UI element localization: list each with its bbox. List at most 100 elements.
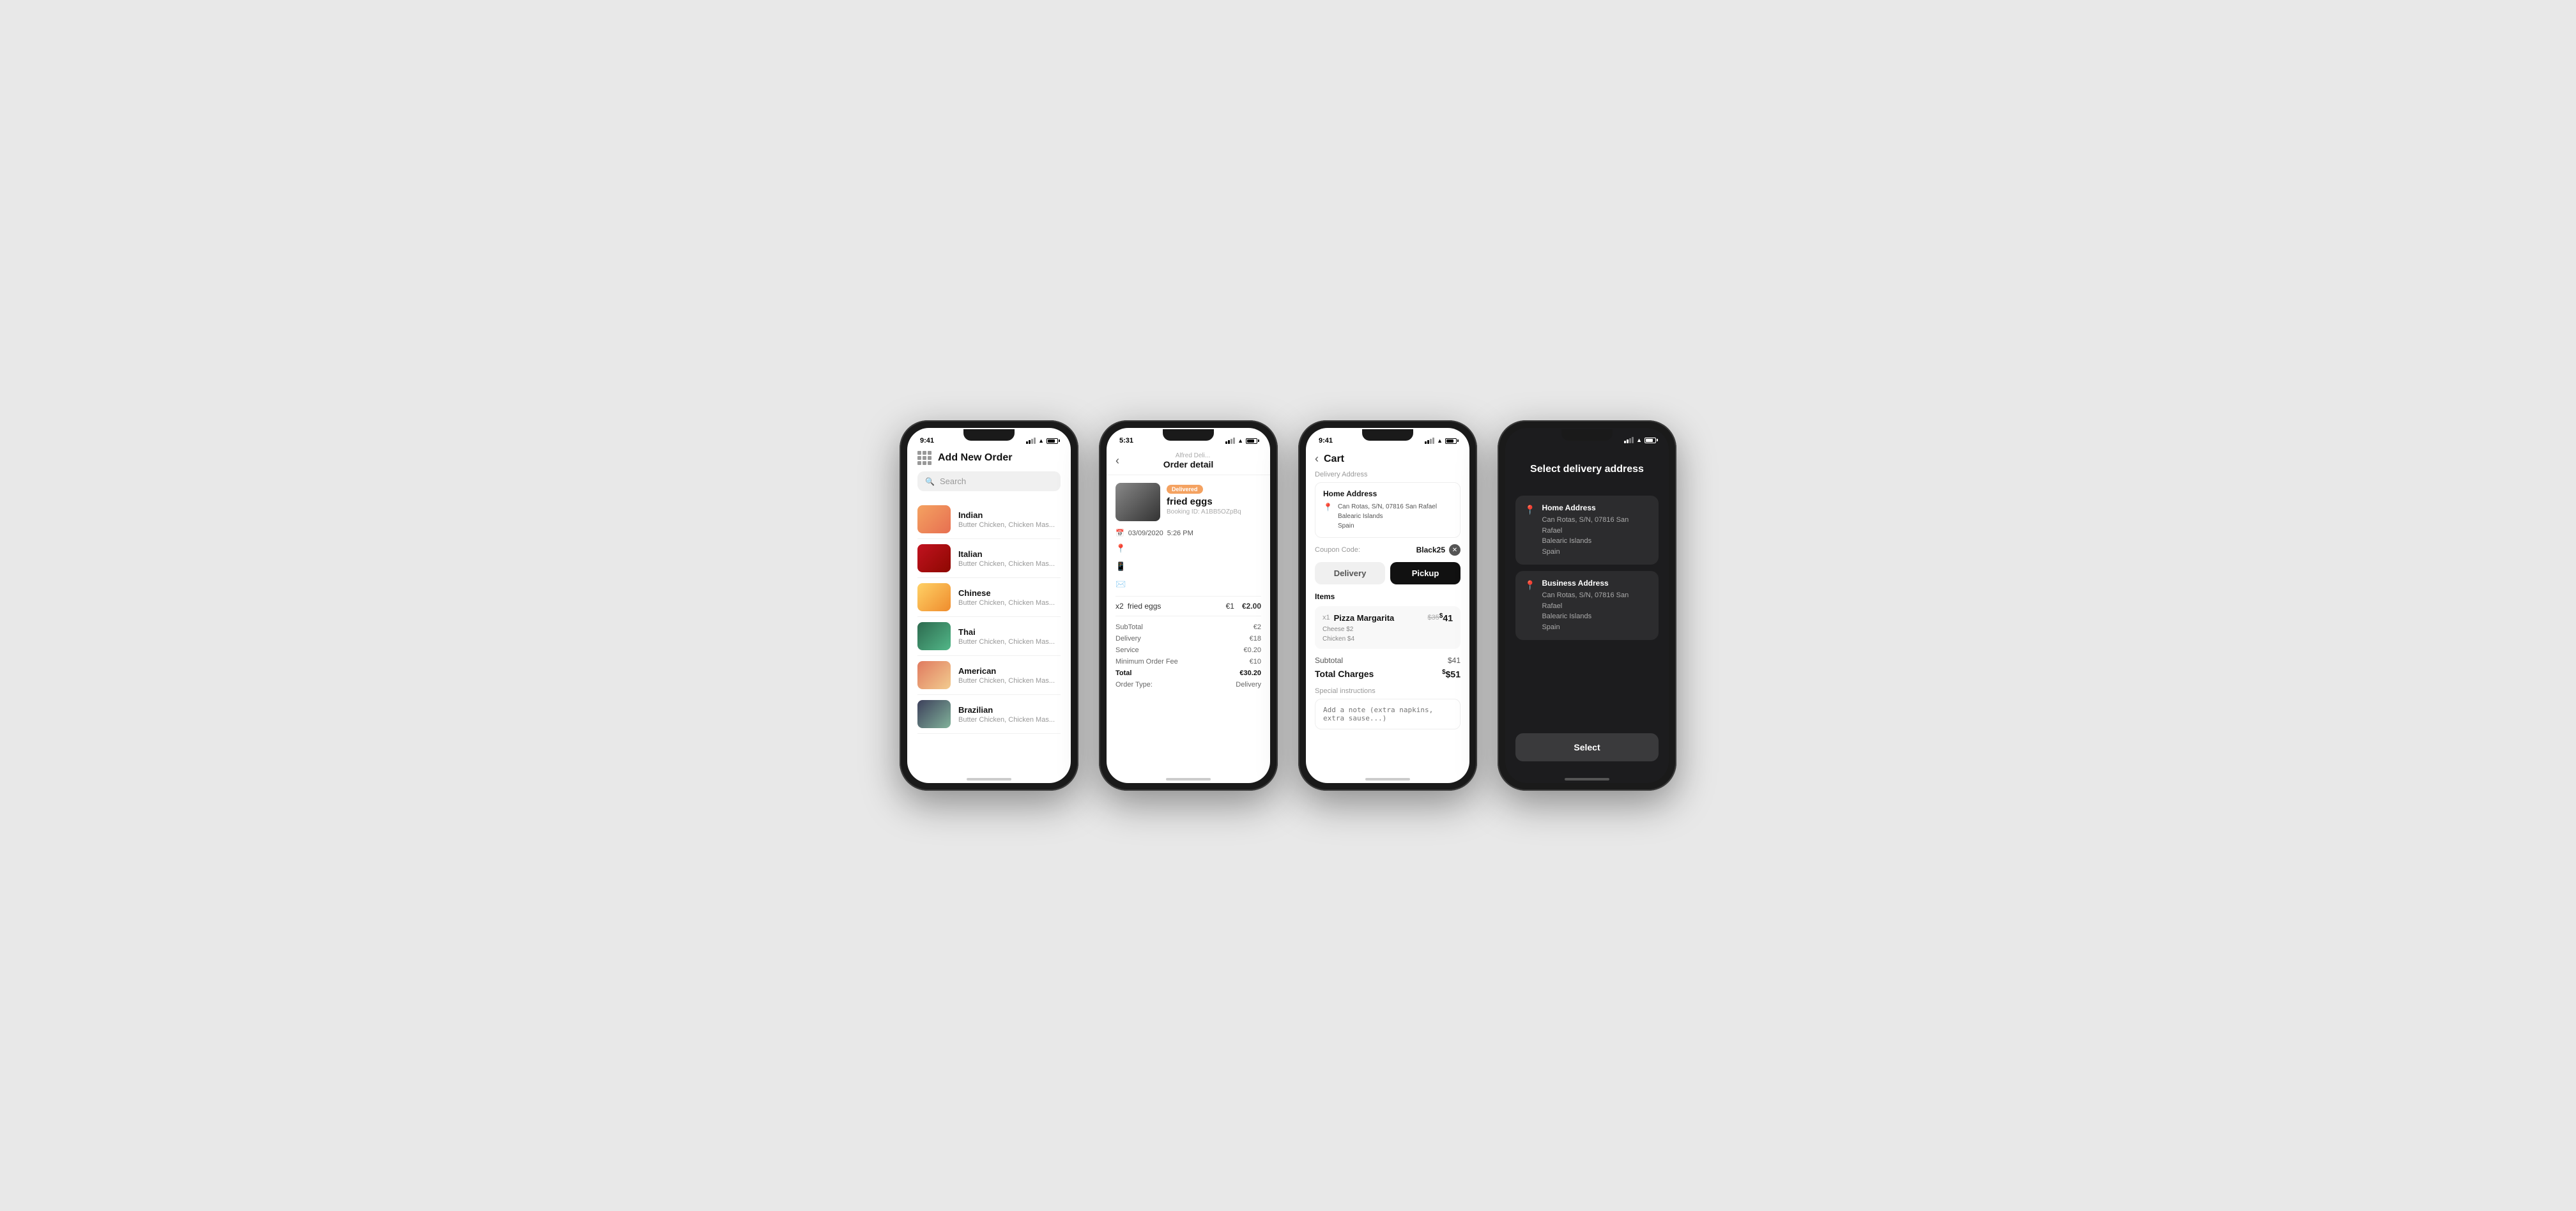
category-name-italian: Italian <box>958 549 1061 559</box>
delivery-address-label: Delivery Address <box>1315 471 1460 478</box>
cart-header: ‹ Cart <box>1306 448 1469 471</box>
order-date-row: 📅 03/09/2020 5:26 PM <box>1116 529 1261 537</box>
order-detail-nav: ‹ Alfred Deli... Order detail <box>1107 448 1270 475</box>
home-line2: Balearic Islands <box>1542 536 1650 547</box>
category-item-thai[interactable]: Thai Butter Chicken, Chicken Mas... <box>917 617 1061 656</box>
category-image-thai <box>917 622 951 650</box>
total-charges-row: Total Charges $$51 <box>1315 667 1460 682</box>
order-line-item: x2 fried eggs €1 €2.00 <box>1116 602 1261 611</box>
order-time: 5:26 PM <box>1167 529 1193 537</box>
cart-back-button[interactable]: ‹ <box>1315 452 1319 466</box>
phone-4: ▲ Select delivery address 📍 Home Address… <box>1498 420 1676 791</box>
line-qty: x2 <box>1116 602 1124 611</box>
status-bar-1: 9:41 ▲ <box>907 428 1071 448</box>
items-section-label: Items <box>1315 592 1460 601</box>
category-item-american[interactable]: American Butter Chicken, Chicken Mas... <box>917 656 1061 695</box>
phone-3: 9:41 ▲ ‹ Cart Delivery Address Home Addr… <box>1298 420 1477 791</box>
category-sub-brazilian: Butter Chicken, Chicken Mas... <box>958 716 1061 724</box>
status-bar-2: 5:31 ▲ <box>1107 428 1270 448</box>
category-image-chinese <box>917 583 951 611</box>
special-instructions-input[interactable] <box>1315 699 1460 729</box>
summary-total: Total €30.20 <box>1116 667 1261 679</box>
battery-icon-3 <box>1445 438 1457 444</box>
order-detail-title: Order detail <box>1163 459 1223 469</box>
home-address-card[interactable]: 📍 Home Address Can Rotas, S/N, 07816 San… <box>1515 496 1659 565</box>
order-item-name: fried eggs <box>1167 496 1261 507</box>
dark-pin-home: 📍 <box>1524 505 1535 515</box>
category-sub-italian: Butter Chicken, Chicken Mas... <box>958 560 1061 568</box>
pickup-tab[interactable]: Pickup <box>1390 562 1460 584</box>
summary-min-fee: Minimum Order Fee €10 <box>1116 656 1261 667</box>
divider-1 <box>1116 596 1261 597</box>
business-type: Business Address <box>1542 579 1650 588</box>
home-line1: Can Rotas, S/N, 07816 San Rafael <box>1542 515 1650 536</box>
business-line1: Can Rotas, S/N, 07816 San Rafael <box>1542 590 1650 611</box>
status-bar-3: 9:41 ▲ <box>1306 428 1469 448</box>
line-unit: €1 <box>1226 602 1234 611</box>
screen1-scroll: 🔍 Search Indian Butter Chicken, Chicken … <box>907 471 1071 772</box>
time-3: 9:41 <box>1319 437 1333 445</box>
phone-2: 5:31 ▲ ‹ Alfred Deli... Order detail <box>1099 420 1278 791</box>
select-address-content: Select delivery address 📍 Home Address C… <box>1505 447 1669 772</box>
back-button[interactable]: ‹ <box>1116 454 1119 468</box>
business-line2: Balearic Islands <box>1542 611 1650 622</box>
signal-icon-4 <box>1624 437 1634 443</box>
battery-icon-4 <box>1644 438 1656 443</box>
wifi-icon: ▲ <box>1038 438 1044 444</box>
coupon-label: Coupon Code: <box>1315 546 1360 554</box>
special-instructions-label: Special instructions <box>1315 687 1460 695</box>
screen1-header: Add New Order <box>907 448 1071 471</box>
search-bar[interactable]: 🔍 Search <box>917 471 1061 491</box>
category-item-indian[interactable]: Indian Butter Chicken, Chicken Mas... <box>917 500 1061 539</box>
category-image-american <box>917 661 951 689</box>
order-detail-scroll: Delivered fried eggs Booking ID: A1BB5OZ… <box>1107 475 1270 772</box>
home-indicator-4 <box>1505 772 1669 783</box>
home-line3: Spain <box>1542 547 1650 558</box>
address-card-home: Home Address 📍 Can Rotas, S/N, 07816 San… <box>1315 482 1460 538</box>
addon-cheese: Cheese $2 <box>1322 626 1453 633</box>
cart-totals: Subtotal $41 Total Charges $$51 <box>1315 654 1460 682</box>
category-name-indian: Indian <box>958 510 1061 520</box>
signal-icon-2 <box>1225 438 1235 444</box>
item-name: Pizza Margarita <box>1334 613 1428 623</box>
nav-breadcrumb: Alfred Deli... <box>1176 452 1210 459</box>
addon-chicken: Chicken $4 <box>1322 636 1453 643</box>
item-price: $41 <box>1439 613 1453 623</box>
line-name: fried eggs <box>1128 602 1226 611</box>
line-total: €2.00 <box>1242 602 1261 611</box>
order-summary: SubTotal €2 Delivery €18 Service €0.20 M… <box>1116 621 1261 690</box>
search-icon: 🔍 <box>925 477 935 486</box>
signal-icon <box>1026 438 1036 444</box>
order-date: 03/09/2020 <box>1128 529 1163 537</box>
category-item-brazilian[interactable]: Brazilian Butter Chicken, Chicken Mas... <box>917 695 1061 734</box>
cart-scroll: Delivery Address Home Address 📍 Can Rota… <box>1306 471 1469 772</box>
category-image-italian <box>917 544 951 572</box>
dark-pin-business: 📍 <box>1524 580 1535 591</box>
category-item-chinese[interactable]: Chinese Butter Chicken, Chicken Mas... <box>917 578 1061 617</box>
delivery-tabs: Delivery Pickup <box>1315 562 1460 584</box>
home-address-line2: Balearic Islands <box>1338 512 1437 521</box>
business-address-card[interactable]: 📍 Business Address Can Rotas, S/N, 07816… <box>1515 571 1659 640</box>
category-name-chinese: Chinese <box>958 588 1061 598</box>
home-indicator-2 <box>1107 772 1270 783</box>
delivery-status-badge: Delivered <box>1167 485 1203 494</box>
category-sub-chinese: Butter Chicken, Chicken Mas... <box>958 599 1061 607</box>
item-qty: x1 <box>1322 614 1330 621</box>
item-old-price: $35 <box>1428 614 1439 621</box>
order-type-row: Order Type: Delivery <box>1116 679 1261 690</box>
time-2: 5:31 <box>1119 437 1133 445</box>
coupon-remove-btn[interactable]: ✕ <box>1449 544 1460 556</box>
category-name-thai: Thai <box>958 627 1061 637</box>
search-input[interactable]: Search <box>940 476 966 486</box>
category-item-italian[interactable]: Italian Butter Chicken, Chicken Mas... <box>917 539 1061 578</box>
grid-icon[interactable] <box>917 451 931 465</box>
delivery-tab[interactable]: Delivery <box>1315 562 1385 584</box>
status-bar-4: ▲ <box>1505 428 1669 447</box>
category-list: Indian Butter Chicken, Chicken Mas... It… <box>917 500 1061 734</box>
pin-icon-home: 📍 <box>1323 503 1333 512</box>
category-sub-thai: Butter Chicken, Chicken Mas... <box>958 638 1061 646</box>
select-address-button[interactable]: Select <box>1515 733 1659 761</box>
home-type: Home Address <box>1542 503 1650 512</box>
coupon-value: Black25 <box>1416 545 1445 554</box>
summary-service: Service €0.20 <box>1116 644 1261 656</box>
